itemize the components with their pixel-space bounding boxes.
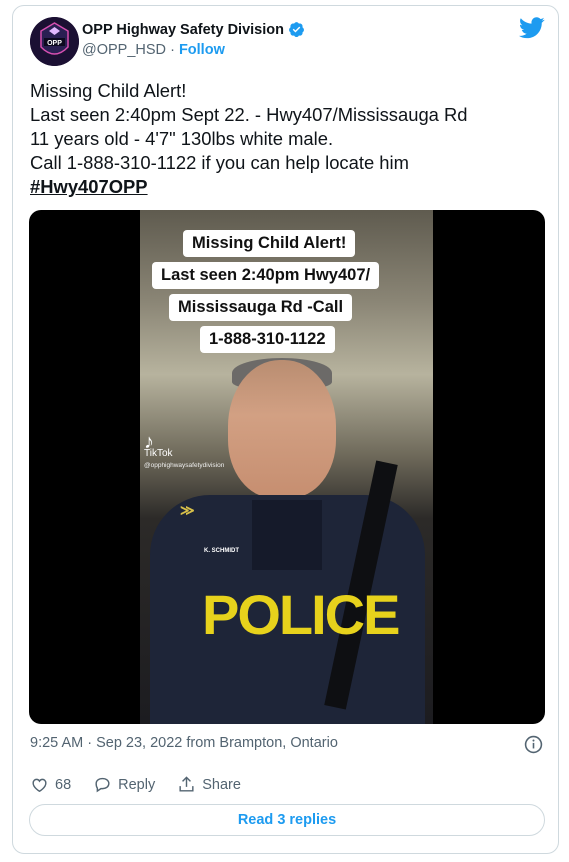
reply-bubble-icon <box>95 777 110 793</box>
share-label: Share <box>202 776 241 793</box>
verified-badge-icon <box>289 22 304 38</box>
hashtag-link[interactable]: #Hwy407OPP <box>30 175 468 199</box>
tweet-timestamp[interactable]: 9:25 AM · Sep 23, 2022 from Brampton, On… <box>30 735 338 751</box>
tiktok-label: TikTok <box>144 448 173 459</box>
video-player[interactable]: ≫ K. SCHMIDT POLICE ♪ TikTok @opphighway… <box>29 210 545 724</box>
author-display-name[interactable]: OPP Highway Safety Division <box>82 22 284 38</box>
dot-separator: · <box>170 42 175 58</box>
reply-button[interactable]: Reply <box>93 775 155 794</box>
author-name-row[interactable]: OPP Highway Safety Division <box>82 21 305 38</box>
read-replies-button[interactable]: Read 3 replies <box>29 804 545 836</box>
share-icon <box>179 776 194 792</box>
twitter-bird-icon[interactable] <box>519 17 545 39</box>
tweet-line: 11 years old - 4'7" 130lbs white male. <box>30 128 334 149</box>
video-caption: Mississauga Rd -Call <box>169 294 353 321</box>
rank-chevron-icon: ≫ <box>180 502 195 518</box>
tweet-actions: 68 Reply Share <box>30 775 263 794</box>
video-caption: Missing Child Alert! <box>183 230 356 257</box>
reply-label: Reply <box>118 776 156 793</box>
officer-head <box>228 360 336 498</box>
info-icon[interactable] <box>524 735 543 754</box>
author-handle-row: @OPP_HSD · Follow <box>82 42 225 58</box>
tiktok-watermark: ♪ TikTok @opphighwaysafetydivision <box>144 431 225 472</box>
tiktok-user: @opphighwaysafetydivision <box>144 462 225 469</box>
name-tag: K. SCHMIDT <box>204 548 239 554</box>
video-caption: Last seen 2:40pm Hwy407/ <box>152 262 380 289</box>
like-count: 68 <box>55 776 72 793</box>
video-caption: 1-888-310-1122 <box>200 326 335 353</box>
opp-badge-logo: OPP <box>30 17 79 66</box>
heart-icon <box>32 778 47 793</box>
tiktok-icon: ♪ <box>144 431 154 453</box>
share-button[interactable]: Share <box>177 775 241 794</box>
tweet-text: Missing Child Alert! Last seen 2:40pm Se… <box>30 79 468 199</box>
avatar-text: OPP <box>47 40 62 47</box>
tweet-line: Call 1-888-310-1122 if you can help loca… <box>30 152 409 173</box>
uniform-collar <box>252 500 322 570</box>
author-handle[interactable]: @OPP_HSD <box>82 42 166 58</box>
follow-button[interactable]: Follow <box>179 42 225 58</box>
tweet-line: Last seen 2:40pm Sept 22. - Hwy407/Missi… <box>30 104 468 125</box>
author-avatar[interactable]: OPP <box>30 17 79 66</box>
video-frame: ≫ K. SCHMIDT POLICE ♪ TikTok @opphighway… <box>140 210 433 724</box>
like-button[interactable]: 68 <box>30 775 71 794</box>
tweet-line: Missing Child Alert! <box>30 80 187 101</box>
vest-police-text: POLICE <box>202 583 400 646</box>
